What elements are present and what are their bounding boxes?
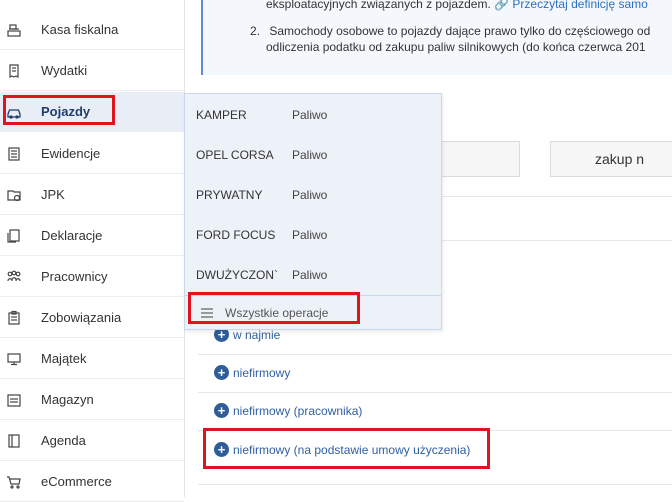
sidebar-item-jpk[interactable]: JPK xyxy=(0,175,184,215)
monitor-icon xyxy=(5,350,23,368)
sidebar-item-ewidencje[interactable]: Ewidencje xyxy=(0,134,184,174)
sidebar-item-label: JPK xyxy=(41,187,65,202)
cart-icon xyxy=(5,473,23,491)
dropdown-item-dwuzyczon[interactable]: DWUŻYCZON` Paliwo xyxy=(196,268,327,282)
sidebar-item-label: Zobowiązania xyxy=(41,310,122,325)
sidebar-item-deklaracje[interactable]: Deklaracje xyxy=(0,216,184,256)
people-icon xyxy=(5,268,23,286)
sidebar-item-agenda[interactable]: Agenda xyxy=(0,421,184,461)
sidebar-item-pracownicy[interactable]: Pracownicy xyxy=(0,257,184,297)
jpk-file-icon xyxy=(5,186,23,204)
dropdown-item-opel-corsa[interactable]: OPEL CORSA Paliwo xyxy=(196,148,327,162)
sidebar-item-label: Kasa fiskalna xyxy=(41,22,119,37)
divider xyxy=(198,484,672,485)
sidebar-item-label: Agenda xyxy=(41,433,86,448)
sidebar-item-magazyn[interactable]: Magazyn xyxy=(0,380,184,420)
dropdown-item-kamper[interactable]: KAMPER Paliwo xyxy=(196,108,327,122)
declaration-icon xyxy=(5,227,23,245)
sidebar-item-label: Pracownicy xyxy=(41,269,108,284)
cash-register-icon xyxy=(5,21,23,39)
sidebar-item-label: Ewidencje xyxy=(41,146,101,161)
highlight-box-pojazdy xyxy=(3,95,115,125)
info-line-2: 2. Samochody osobowe to pojazdy dające p… xyxy=(250,24,651,38)
sidebar-item-majatek[interactable]: Majątek xyxy=(0,339,184,379)
sidebar-item-label: Wydatki xyxy=(41,63,88,78)
zakup-button[interactable]: zakup n xyxy=(550,141,672,177)
agenda-icon xyxy=(5,432,23,450)
highlight-box-all-operations xyxy=(188,292,360,324)
divider xyxy=(198,354,672,355)
info-line-1: eksploatacyjnych związanych z pojazdem. … xyxy=(266,0,648,11)
sidebar-item-label: Magazyn xyxy=(41,392,94,407)
sidebar-item-kasa-fiskalna[interactable]: Kasa fiskalna xyxy=(0,10,184,50)
sidebar-item-ecommerce[interactable]: eCommerce xyxy=(0,462,184,502)
plus-icon: + xyxy=(214,365,229,380)
option-niefirmowy[interactable]: + niefirmowy xyxy=(214,365,290,380)
definition-link[interactable]: 🔗 Przeczytaj definicję samo xyxy=(494,0,648,11)
sidebar-item-wydatki[interactable]: Wydatki xyxy=(0,51,184,91)
sidebar: Kasa fiskalna Wydatki Pojazdy Ewidencje … xyxy=(0,0,185,502)
divider xyxy=(198,392,672,393)
sidebar-item-label: Majątek xyxy=(41,351,87,366)
info-line-3: odliczenia podatku od zakupu paliw silni… xyxy=(266,40,646,54)
plus-icon: + xyxy=(214,403,229,418)
sidebar-item-label: Deklaracje xyxy=(41,228,103,243)
link-icon: 🔗 xyxy=(494,0,510,11)
highlight-box-option xyxy=(203,428,490,469)
ledger-icon xyxy=(5,145,23,163)
option-niefirmowy-pracownika[interactable]: + niefirmowy (pracownika) xyxy=(214,403,362,418)
warehouse-icon xyxy=(5,391,23,409)
sidebar-item-zobowiazania[interactable]: Zobowiązania xyxy=(0,298,184,338)
sidebar-item-label: eCommerce xyxy=(41,474,112,489)
receipt-icon xyxy=(5,62,23,80)
dropdown-item-prywatny[interactable]: PRYWATNY Paliwo xyxy=(196,188,327,202)
dropdown-item-ford-focus[interactable]: FORD FOCUS Paliwo xyxy=(196,228,327,242)
clipboard-icon xyxy=(5,309,23,327)
